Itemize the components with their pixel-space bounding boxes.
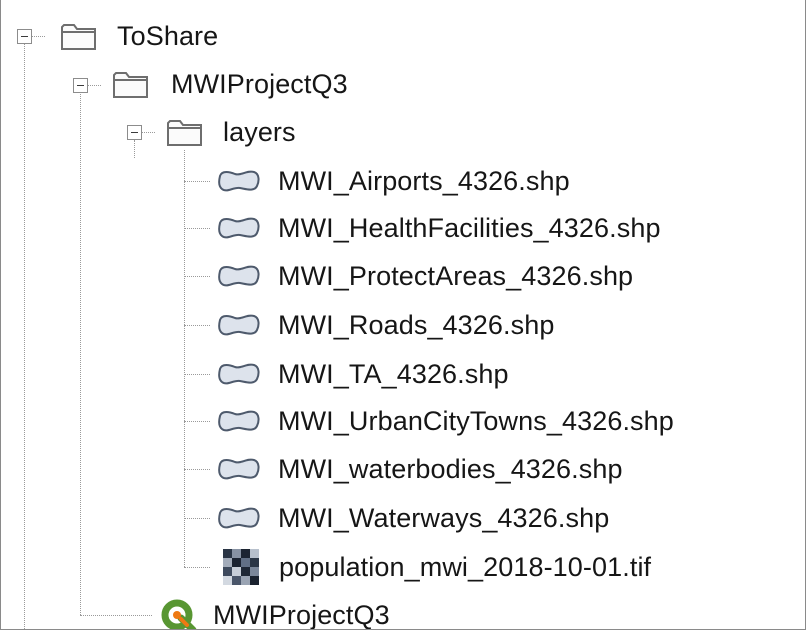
tree-item-label: MWIProjectQ3 bbox=[171, 69, 348, 99]
tree-connector bbox=[184, 150, 185, 567]
tree-connector bbox=[184, 325, 210, 326]
tree-item-label: ToShare bbox=[117, 21, 219, 51]
qgis-project-icon bbox=[159, 596, 199, 629]
vector-layer-icon bbox=[216, 504, 262, 532]
tree-item-project-file[interactable]: MWIProjectQ3 bbox=[159, 593, 390, 630]
tree-item-mwiprojectq3-folder[interactable]: MWIProjectQ3 bbox=[111, 62, 348, 106]
vector-layer-icon bbox=[216, 407, 262, 435]
tree-item-layer[interactable]: MWI_Roads_4326.shp bbox=[216, 303, 554, 347]
tree-connector bbox=[184, 567, 210, 568]
raster-layer-icon bbox=[223, 549, 259, 585]
tree-connector bbox=[184, 181, 210, 182]
tree-item-label: MWI_Waterways_4326.shp bbox=[278, 503, 610, 533]
tree-item-layer[interactable]: population_mwi_2018-10-01.tif bbox=[223, 545, 651, 589]
tree-item-label: MWI_TA_4326.shp bbox=[278, 359, 509, 389]
tree-connector bbox=[80, 92, 81, 615]
tree-connector bbox=[184, 374, 210, 375]
collapse-toggle-mwiprojectq3[interactable] bbox=[73, 78, 88, 93]
tree-connector bbox=[141, 132, 155, 133]
vector-layer-icon bbox=[216, 214, 262, 242]
tree-item-label: MWI_ProtectAreas_4326.shp bbox=[278, 261, 634, 291]
vector-layer-icon bbox=[216, 167, 262, 195]
tree-item-layer[interactable]: MWI_TA_4326.shp bbox=[216, 352, 509, 396]
tree-item-layer[interactable]: MWI_Airports_4326.shp bbox=[216, 159, 570, 203]
tree-connector bbox=[134, 140, 135, 158]
tree-connector bbox=[184, 276, 210, 277]
vector-layer-icon bbox=[216, 360, 262, 388]
vector-layer-icon bbox=[216, 311, 262, 339]
tree-connector bbox=[31, 36, 45, 37]
tree-item-label: MWI_Airports_4326.shp bbox=[278, 166, 570, 196]
tree-item-label: MWI_Roads_4326.shp bbox=[278, 310, 555, 340]
file-tree-panel: ToShare MWIProjectQ3 layers MWI_Airports… bbox=[0, 0, 806, 630]
folder-icon bbox=[59, 20, 99, 52]
tree-item-label: layers bbox=[223, 117, 296, 147]
tree-item-label: MWI_HealthFacilities_4326.shp bbox=[278, 213, 661, 243]
tree-item-label: population_mwi_2018-10-01.tif bbox=[279, 552, 652, 582]
vector-layer-icon bbox=[216, 455, 262, 483]
tree-item-layers-folder[interactable]: layers bbox=[165, 110, 296, 154]
folder-icon bbox=[111, 68, 151, 100]
collapse-toggle-layers[interactable] bbox=[127, 125, 142, 140]
tree-item-layer[interactable]: MWI_waterbodies_4326.shp bbox=[216, 447, 623, 491]
folder-icon bbox=[165, 116, 205, 148]
tree-connector bbox=[80, 615, 152, 616]
tree-connector bbox=[184, 518, 210, 519]
tree-connector bbox=[184, 421, 210, 422]
tree-item-label: MWI_UrbanCityTowns_4326.shp bbox=[278, 406, 674, 436]
tree-item-layer[interactable]: MWI_HealthFacilities_4326.shp bbox=[216, 206, 661, 250]
file-tree: ToShare MWIProjectQ3 layers MWI_Airports… bbox=[1, 0, 805, 629]
tree-item-layer[interactable]: MWI_Waterways_4326.shp bbox=[216, 496, 609, 540]
tree-connector bbox=[184, 228, 210, 229]
tree-connector bbox=[87, 85, 101, 86]
tree-connector bbox=[24, 44, 25, 629]
tree-item-toshare[interactable]: ToShare bbox=[59, 14, 218, 58]
vector-layer-icon bbox=[216, 262, 262, 290]
tree-item-label: MWI_waterbodies_4326.shp bbox=[278, 454, 623, 484]
collapse-toggle-toshare[interactable] bbox=[17, 29, 32, 44]
tree-item-layer[interactable]: MWI_ProtectAreas_4326.shp bbox=[216, 254, 633, 298]
tree-connector bbox=[184, 469, 210, 470]
tree-item-label: MWIProjectQ3 bbox=[213, 600, 390, 630]
tree-item-layer[interactable]: MWI_UrbanCityTowns_4326.shp bbox=[216, 399, 674, 443]
